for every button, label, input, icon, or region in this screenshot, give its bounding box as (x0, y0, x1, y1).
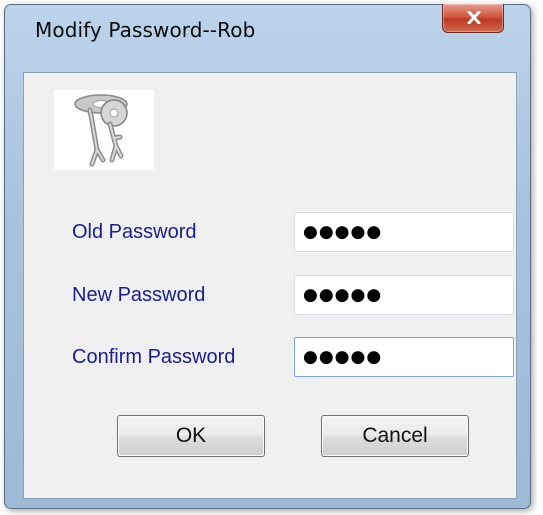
window-title: Modify Password--Rob (35, 18, 256, 42)
dialog-client-area: Old Password ●●●●● New Password ●●●●● Co… (23, 72, 517, 499)
ok-button[interactable]: OK (117, 415, 265, 457)
confirm-password-value: ●●●●● (303, 347, 383, 367)
new-password-value: ●●●●● (303, 285, 383, 305)
old-password-field[interactable]: ●●●●● (294, 212, 514, 252)
new-password-label: New Password (72, 284, 206, 306)
title-bar[interactable]: Modify Password--Rob (5, 4, 530, 42)
key-icon (54, 90, 154, 170)
new-password-field[interactable]: ●●●●● (294, 275, 514, 315)
close-button[interactable] (442, 4, 504, 33)
old-password-label: Old Password (72, 221, 197, 243)
confirm-password-field[interactable]: ●●●●● (294, 337, 514, 377)
close-icon (467, 11, 481, 24)
dialog-window: Modify Password--Rob Old Password ●●●●● (4, 4, 531, 509)
confirm-password-label: Confirm Password (72, 346, 236, 368)
cancel-button[interactable]: Cancel (321, 415, 469, 457)
old-password-value: ●●●●● (303, 222, 383, 242)
